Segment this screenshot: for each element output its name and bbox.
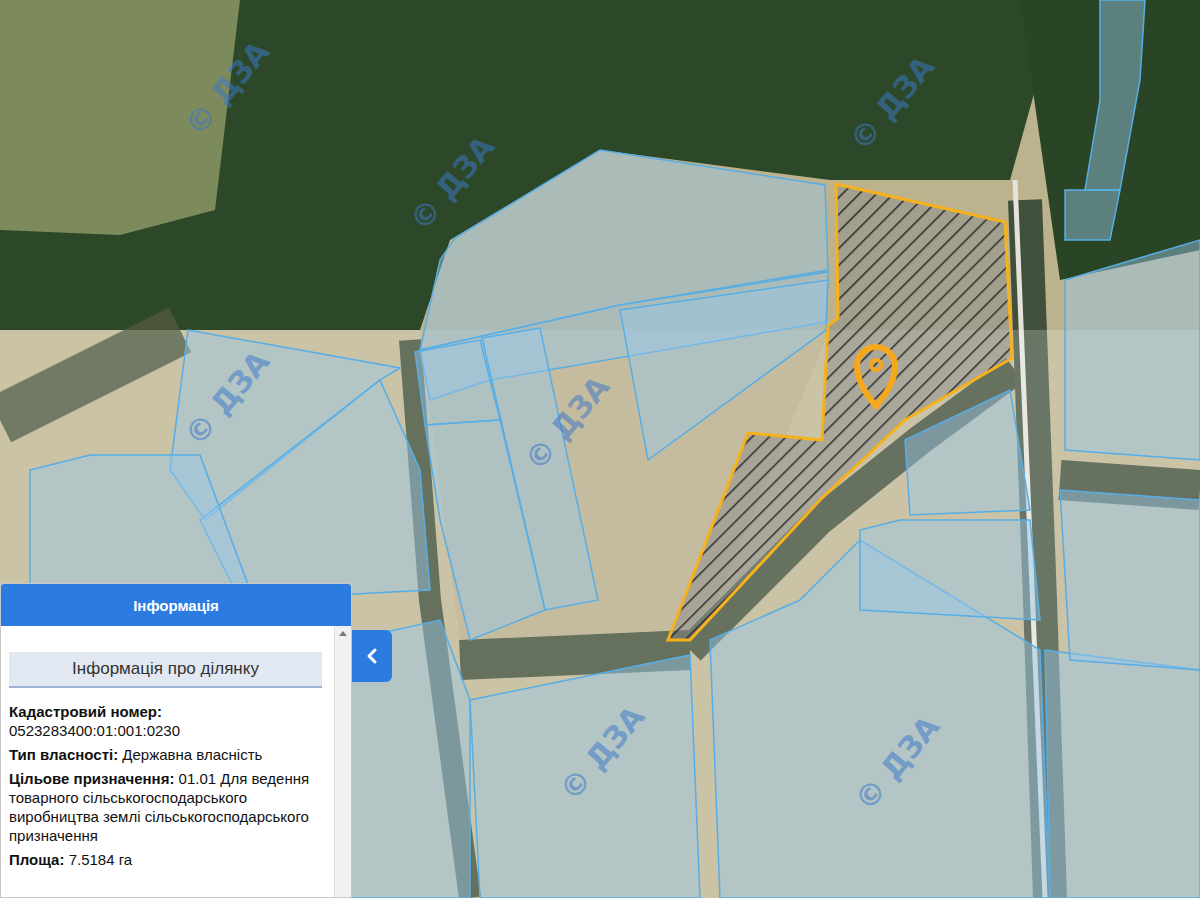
watermark: © ДЗА bbox=[848, 709, 947, 818]
info-field: Кадастровий номер:0523283400:01:001:0230 bbox=[9, 702, 322, 740]
app: © ДЗА © ДЗА © ДЗА © ДЗА © ДЗА © ДЗА © ДЗА Інфор… bbox=[0, 0, 1200, 898]
watermark: © ДЗА bbox=[518, 369, 617, 478]
watermark: © ДЗА bbox=[553, 699, 652, 808]
scrollbar[interactable] bbox=[334, 626, 351, 897]
parcel[interactable] bbox=[860, 520, 1040, 620]
satellite-imagery bbox=[0, 0, 1200, 898]
field-label: Цільове призначення: bbox=[9, 770, 174, 787]
parcel[interactable] bbox=[620, 280, 828, 460]
panel-subtitle: Інформація про ділянку bbox=[9, 652, 322, 688]
watermark: © ДЗА bbox=[403, 129, 502, 238]
field-label: Площа: bbox=[9, 851, 64, 868]
collapse-panel-button[interactable] bbox=[352, 630, 392, 682]
info-field: Цільове призначення: 01.01 Для ведення т… bbox=[9, 769, 322, 845]
parcel[interactable] bbox=[1060, 490, 1200, 670]
parcel[interactable] bbox=[1085, 0, 1145, 190]
parcel[interactable] bbox=[1065, 190, 1120, 240]
field-value: 7.5184 га bbox=[69, 851, 133, 868]
info-panel: Інформація Інформація про ділянку Кадастро… bbox=[0, 583, 352, 898]
parcel[interactable] bbox=[1065, 240, 1200, 460]
chevron-left-icon bbox=[360, 644, 384, 668]
field-label: Тип власності: bbox=[9, 746, 118, 763]
watermark: © ДЗА bbox=[178, 34, 277, 143]
parcel[interactable] bbox=[350, 620, 470, 898]
panel-content: Інформація про ділянку Кадастровий номер:… bbox=[1, 626, 334, 897]
field-value: Державна власність bbox=[122, 746, 262, 763]
field-value: 0523283400:01:001:0230 bbox=[9, 721, 322, 740]
watermark: © ДЗА bbox=[843, 49, 942, 158]
parcel[interactable] bbox=[1045, 650, 1200, 898]
scroll-up-icon[interactable] bbox=[335, 626, 351, 642]
watermark: © ДЗА bbox=[178, 344, 277, 453]
panel-header: Інформація bbox=[1, 584, 351, 626]
info-field: Площа: 7.5184 га bbox=[9, 850, 322, 869]
panel-body: Інформація про ділянку Кадастровий номер:… bbox=[1, 626, 351, 897]
selected-parcel[interactable] bbox=[668, 184, 1012, 640]
field-label: Кадастровий номер: bbox=[9, 702, 322, 721]
location-pin-icon[interactable] bbox=[857, 347, 895, 406]
info-field: Тип власності: Державна власність bbox=[9, 745, 322, 764]
parcel[interactable] bbox=[470, 655, 700, 898]
